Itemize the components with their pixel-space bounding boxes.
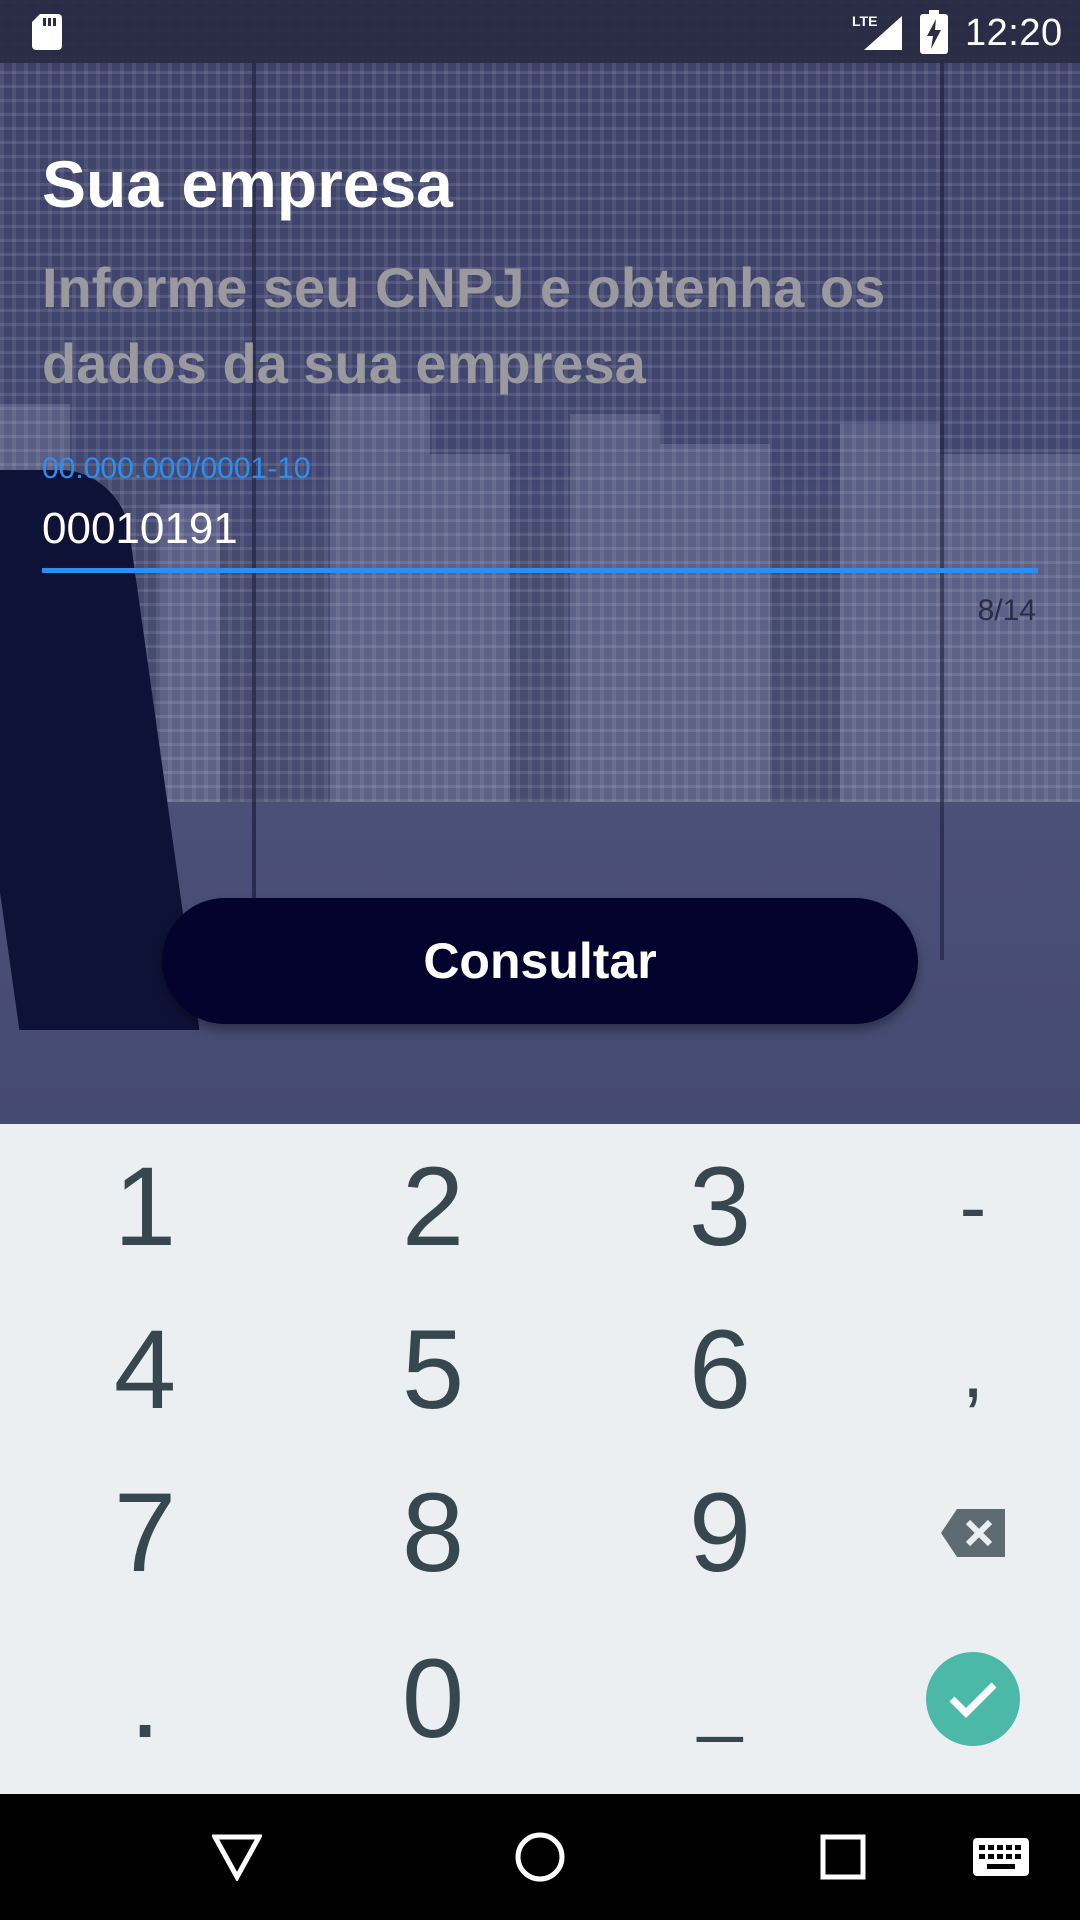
recents-button[interactable] xyxy=(808,1822,878,1892)
consultar-button[interactable]: Consultar xyxy=(162,898,918,1024)
numeric-keyboard: 1 2 3 - 4 5 6 , 7 8 9 . 0 _ xyxy=(0,1124,1080,1794)
key-6[interactable]: 6 xyxy=(585,1287,855,1452)
key-9[interactable]: 9 xyxy=(585,1450,855,1615)
keyboard-switch-button[interactable] xyxy=(966,1822,1036,1892)
battery-charging-icon xyxy=(920,10,948,54)
key-0[interactable]: 0 xyxy=(298,1616,568,1781)
key-enter[interactable] xyxy=(838,1616,1080,1781)
page-title: Sua empresa xyxy=(42,147,453,221)
cnpj-character-counter: 8/14 xyxy=(977,594,1036,627)
home-circle-icon xyxy=(515,1832,565,1882)
key-1[interactable]: 1 xyxy=(10,1124,280,1289)
sd-card-icon xyxy=(32,14,62,50)
key-3[interactable]: 3 xyxy=(585,1124,855,1289)
status-bar: LTE 12:20 xyxy=(0,0,1080,63)
key-underscore[interactable]: _ xyxy=(585,1616,855,1781)
key-backspace[interactable] xyxy=(838,1450,1080,1615)
cnpj-input[interactable] xyxy=(42,490,1037,568)
key-8[interactable]: 8 xyxy=(298,1450,568,1615)
key-comma[interactable]: , xyxy=(838,1287,1080,1452)
navigation-bar xyxy=(0,1794,1080,1920)
keyboard-icon xyxy=(973,1838,1029,1876)
enter-button[interactable] xyxy=(926,1651,1020,1746)
key-5[interactable]: 5 xyxy=(298,1287,568,1452)
cnpj-input-underline xyxy=(42,568,1038,573)
key-minus[interactable]: - xyxy=(838,1124,1080,1289)
home-button[interactable] xyxy=(505,1822,575,1892)
key-2[interactable]: 2 xyxy=(298,1124,568,1289)
back-triangle-icon xyxy=(212,1834,262,1881)
page-subtitle: Informe seu CNPJ e obtenha os dados da s… xyxy=(42,256,886,395)
svg-text:LTE: LTE xyxy=(852,13,877,29)
key-7[interactable]: 7 xyxy=(10,1450,280,1615)
key-dot[interactable]: . xyxy=(10,1616,280,1781)
back-button[interactable] xyxy=(202,1822,272,1892)
check-icon xyxy=(949,1682,997,1718)
backspace-icon xyxy=(941,1508,1005,1557)
recents-square-icon xyxy=(820,1834,866,1880)
status-clock: 12:20 xyxy=(965,12,1063,54)
cnpj-hint-label: 00.000.000/0001-10 xyxy=(42,452,311,485)
lte-signal-icon: LTE xyxy=(852,13,902,50)
key-4[interactable]: 4 xyxy=(10,1287,280,1452)
